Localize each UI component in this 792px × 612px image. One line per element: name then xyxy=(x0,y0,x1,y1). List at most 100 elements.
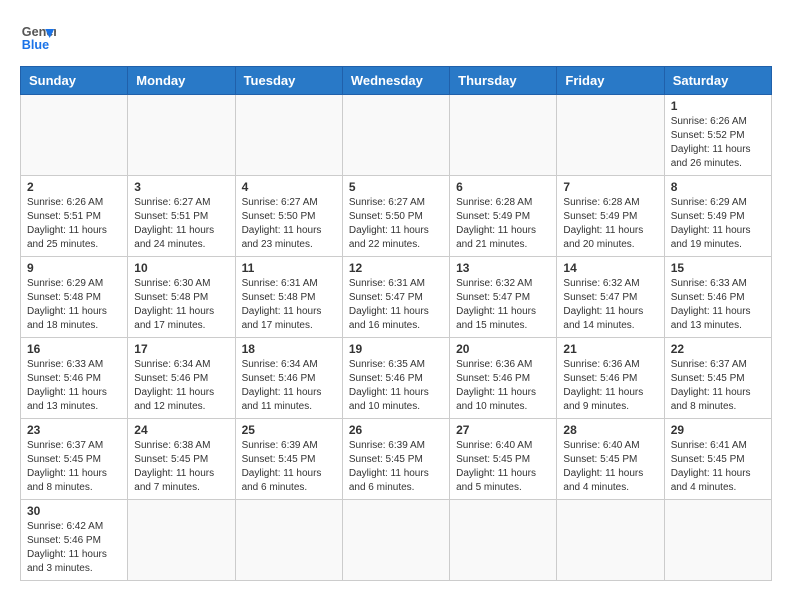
day-info: Sunrise: 6:29 AM Sunset: 5:48 PM Dayligh… xyxy=(27,277,121,333)
calendar-cell: 28Sunrise: 6:40 AM Sunset: 5:45 PM Dayli… xyxy=(557,419,664,500)
day-info: Sunrise: 6:30 AM Sunset: 5:48 PM Dayligh… xyxy=(134,277,228,333)
day-info: Sunrise: 6:35 AM Sunset: 5:46 PM Dayligh… xyxy=(349,358,443,414)
calendar-header-friday: Friday xyxy=(557,67,664,95)
calendar-cell: 14Sunrise: 6:32 AM Sunset: 5:47 PM Dayli… xyxy=(557,257,664,338)
day-number: 18 xyxy=(242,342,336,356)
calendar-cell: 7 Sunrise: 6:28 AM Sunset: 5:49 PM Daylig… xyxy=(557,176,664,257)
calendar-cell xyxy=(21,95,128,176)
calendar-cell xyxy=(128,500,235,581)
day-number: 7 xyxy=(563,180,657,194)
calendar-header-saturday: Saturday xyxy=(664,67,771,95)
calendar-cell xyxy=(235,95,342,176)
calendar-cell: 18 Sunrise: 6:34 AM Sunset: 5:46 PM Dayli… xyxy=(235,338,342,419)
calendar-cell: 8Sunrise: 6:29 AM Sunset: 5:49 PM Daylig… xyxy=(664,176,771,257)
calendar-cell: 9Sunrise: 6:29 AM Sunset: 5:48 PM Daylig… xyxy=(21,257,128,338)
calendar-cell: 25 Sunrise: 6:39 AM Sunset: 5:45 PM Dayli… xyxy=(235,419,342,500)
calendar-week-3: 9Sunrise: 6:29 AM Sunset: 5:48 PM Daylig… xyxy=(21,257,772,338)
day-number: 1 xyxy=(671,99,765,113)
day-number: 17 xyxy=(134,342,228,356)
calendar-cell xyxy=(557,95,664,176)
calendar-cell: 16 Sunrise: 6:33 AM Sunset: 5:46 PM Dayli… xyxy=(21,338,128,419)
day-number: 22 xyxy=(671,342,765,356)
day-number: 21 xyxy=(563,342,657,356)
day-info: Sunrise: 6:27 AM Sunset: 5:50 PM Dayligh… xyxy=(242,196,336,252)
calendar-cell: 27 Sunrise: 6:40 AM Sunset: 5:45 PM Dayli… xyxy=(450,419,557,500)
day-number: 11 xyxy=(242,261,336,275)
day-info: Sunrise: 6:28 AM Sunset: 5:49 PM Dayligh… xyxy=(456,196,550,252)
logo-icon: General Blue xyxy=(20,20,56,56)
day-number: 14 xyxy=(563,261,657,275)
day-info: Sunrise: 6:26 AM Sunset: 5:51 PM Dayligh… xyxy=(27,196,121,252)
calendar-cell: 12 Sunrise: 6:31 AM Sunset: 5:47 PM Dayli… xyxy=(342,257,449,338)
day-info: Sunrise: 6:34 AM Sunset: 5:46 PM Dayligh… xyxy=(134,358,228,414)
calendar-table: SundayMondayTuesdayWednesdayThursdayFrid… xyxy=(20,66,772,581)
calendar-header-thursday: Thursday xyxy=(450,67,557,95)
day-info: Sunrise: 6:36 AM Sunset: 5:46 PM Dayligh… xyxy=(563,358,657,414)
day-info: Sunrise: 6:42 AM Sunset: 5:46 PM Dayligh… xyxy=(27,520,121,576)
day-info: Sunrise: 6:27 AM Sunset: 5:51 PM Dayligh… xyxy=(134,196,228,252)
day-info: Sunrise: 6:28 AM Sunset: 5:49 PM Dayligh… xyxy=(563,196,657,252)
calendar-cell: 26 Sunrise: 6:39 AM Sunset: 5:45 PM Dayli… xyxy=(342,419,449,500)
calendar-cell: 23 Sunrise: 6:37 AM Sunset: 5:45 PM Dayli… xyxy=(21,419,128,500)
calendar-cell: 11Sunrise: 6:31 AM Sunset: 5:48 PM Dayli… xyxy=(235,257,342,338)
logo: General Blue xyxy=(20,20,56,56)
calendar-week-2: 2 Sunrise: 6:26 AM Sunset: 5:51 PM Daylig… xyxy=(21,176,772,257)
calendar-cell: 10 Sunrise: 6:30 AM Sunset: 5:48 PM Dayli… xyxy=(128,257,235,338)
calendar-week-4: 16 Sunrise: 6:33 AM Sunset: 5:46 PM Dayli… xyxy=(21,338,772,419)
calendar-cell: 24Sunrise: 6:38 AM Sunset: 5:45 PM Dayli… xyxy=(128,419,235,500)
day-number: 16 xyxy=(27,342,121,356)
day-number: 20 xyxy=(456,342,550,356)
calendar-cell xyxy=(450,95,557,176)
day-number: 25 xyxy=(242,423,336,437)
day-number: 5 xyxy=(349,180,443,194)
day-info: Sunrise: 6:31 AM Sunset: 5:47 PM Dayligh… xyxy=(349,277,443,333)
day-number: 2 xyxy=(27,180,121,194)
calendar-week-6: 30 Sunrise: 6:42 AM Sunset: 5:46 PM Dayli… xyxy=(21,500,772,581)
day-number: 30 xyxy=(27,504,121,518)
calendar-cell: 29Sunrise: 6:41 AM Sunset: 5:45 PM Dayli… xyxy=(664,419,771,500)
calendar-cell: 17 Sunrise: 6:34 AM Sunset: 5:46 PM Dayli… xyxy=(128,338,235,419)
calendar-cell xyxy=(235,500,342,581)
calendar-cell: 4 Sunrise: 6:27 AM Sunset: 5:50 PM Daylig… xyxy=(235,176,342,257)
day-info: Sunrise: 6:27 AM Sunset: 5:50 PM Dayligh… xyxy=(349,196,443,252)
day-number: 24 xyxy=(134,423,228,437)
calendar-cell: 15Sunrise: 6:33 AM Sunset: 5:46 PM Dayli… xyxy=(664,257,771,338)
calendar-cell xyxy=(342,95,449,176)
calendar-cell xyxy=(664,500,771,581)
calendar-cell xyxy=(342,500,449,581)
svg-text:Blue: Blue xyxy=(22,38,49,52)
day-number: 3 xyxy=(134,180,228,194)
calendar-header-tuesday: Tuesday xyxy=(235,67,342,95)
day-info: Sunrise: 6:40 AM Sunset: 5:45 PM Dayligh… xyxy=(456,439,550,495)
day-number: 27 xyxy=(456,423,550,437)
day-info: Sunrise: 6:32 AM Sunset: 5:47 PM Dayligh… xyxy=(456,277,550,333)
day-number: 6 xyxy=(456,180,550,194)
day-number: 26 xyxy=(349,423,443,437)
calendar-cell: 19 Sunrise: 6:35 AM Sunset: 5:46 PM Dayli… xyxy=(342,338,449,419)
day-number: 10 xyxy=(134,261,228,275)
day-number: 23 xyxy=(27,423,121,437)
calendar-cell: 6 Sunrise: 6:28 AM Sunset: 5:49 PM Daylig… xyxy=(450,176,557,257)
calendar-cell xyxy=(557,500,664,581)
calendar-cell: 20Sunrise: 6:36 AM Sunset: 5:46 PM Dayli… xyxy=(450,338,557,419)
day-number: 8 xyxy=(671,180,765,194)
calendar-cell: 13 Sunrise: 6:32 AM Sunset: 5:47 PM Dayli… xyxy=(450,257,557,338)
calendar-week-5: 23 Sunrise: 6:37 AM Sunset: 5:45 PM Dayli… xyxy=(21,419,772,500)
day-info: Sunrise: 6:33 AM Sunset: 5:46 PM Dayligh… xyxy=(27,358,121,414)
day-number: 13 xyxy=(456,261,550,275)
day-info: Sunrise: 6:39 AM Sunset: 5:45 PM Dayligh… xyxy=(242,439,336,495)
calendar-week-1: 1Sunrise: 6:26 AM Sunset: 5:52 PM Daylig… xyxy=(21,95,772,176)
day-info: Sunrise: 6:39 AM Sunset: 5:45 PM Dayligh… xyxy=(349,439,443,495)
day-number: 4 xyxy=(242,180,336,194)
calendar-header-row: SundayMondayTuesdayWednesdayThursdayFrid… xyxy=(21,67,772,95)
day-info: Sunrise: 6:34 AM Sunset: 5:46 PM Dayligh… xyxy=(242,358,336,414)
calendar-header-wednesday: Wednesday xyxy=(342,67,449,95)
day-number: 12 xyxy=(349,261,443,275)
day-number: 19 xyxy=(349,342,443,356)
day-info: Sunrise: 6:37 AM Sunset: 5:45 PM Dayligh… xyxy=(671,358,765,414)
calendar-cell: 2 Sunrise: 6:26 AM Sunset: 5:51 PM Daylig… xyxy=(21,176,128,257)
day-info: Sunrise: 6:37 AM Sunset: 5:45 PM Dayligh… xyxy=(27,439,121,495)
calendar-cell: 5 Sunrise: 6:27 AM Sunset: 5:50 PM Daylig… xyxy=(342,176,449,257)
calendar-header-sunday: Sunday xyxy=(21,67,128,95)
calendar-cell xyxy=(128,95,235,176)
